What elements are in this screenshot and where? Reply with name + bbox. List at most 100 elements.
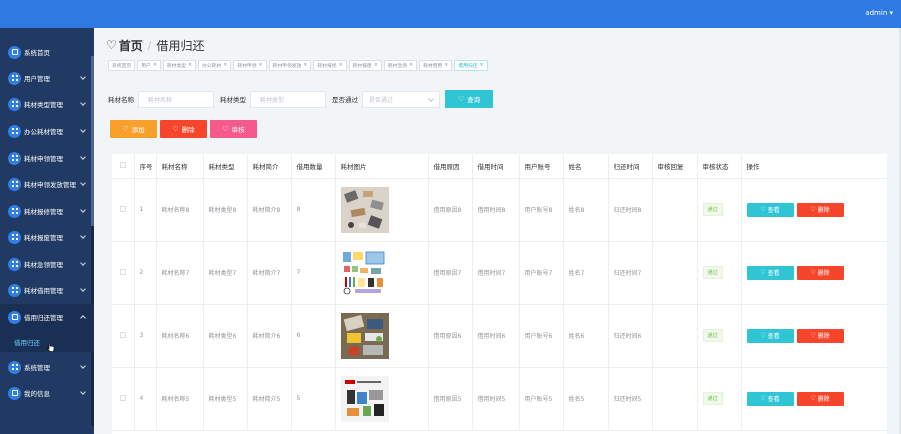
delete-row-button[interactable]: ♡ 删除	[796, 391, 844, 406]
view-button[interactable]: ♡ 查看	[746, 328, 794, 343]
sidebar-item-office-supplies[interactable]: 办公耗材管理	[0, 118, 94, 144]
name-input[interactable]: 耗材名称	[138, 90, 214, 108]
chevron-down-icon	[80, 100, 86, 106]
column-header: 耗材图片	[335, 154, 429, 179]
column-header: 用户账号	[519, 154, 564, 179]
chevron-down-icon	[80, 363, 86, 369]
heart-icon: ♡	[760, 206, 768, 213]
heart-icon: ♡	[457, 95, 465, 103]
shield-icon	[8, 310, 21, 324]
chevron-down-icon	[80, 74, 86, 80]
sidebar-item-borrow-return[interactable]: 借用归还管理	[0, 304, 94, 330]
chevron-down-icon	[80, 389, 86, 395]
tab-requisition-issue[interactable]: 耗材申领发放 ×	[268, 60, 312, 71]
close-icon[interactable]: ×	[188, 63, 192, 68]
tab-office-supplies[interactable]: 办公耗材 ×	[198, 60, 232, 71]
tab-requisition[interactable]: 耗材申领 ×	[233, 60, 267, 71]
row-checkbox[interactable]	[112, 304, 135, 368]
heart-icon: ♡	[810, 332, 818, 339]
supply-image-cell	[335, 367, 429, 431]
name-label: 耗材名称	[108, 96, 134, 104]
breadcrumb-separator: /	[147, 38, 152, 52]
sidebar-item-borrow[interactable]: 耗材借用管理	[0, 277, 94, 303]
delete-button[interactable]: ♡ 删除	[160, 120, 207, 138]
view-button[interactable]: ♡ 查看	[746, 391, 794, 406]
grid-icon	[8, 204, 21, 218]
tab-borrow-return[interactable]: 借用归还 ×	[454, 60, 488, 71]
delete-row-button[interactable]: ♡ 删除	[796, 265, 844, 280]
close-icon[interactable]: ×	[153, 63, 157, 68]
sidebar-item-repair[interactable]: 耗材报修管理	[0, 198, 94, 224]
close-icon[interactable]: ×	[339, 63, 343, 68]
query-button[interactable]: ♡ 查询	[445, 90, 493, 108]
column-header: 耗材简介	[247, 154, 292, 179]
chevron-down-icon	[80, 154, 86, 160]
breadcrumb-current: 借用归还	[156, 38, 205, 53]
tab-home[interactable]: 系统首页	[108, 60, 136, 71]
heart-icon: ♡	[122, 125, 129, 133]
tab-scrap[interactable]: 耗材报废 ×	[348, 60, 382, 71]
sidebar-item-home[interactable]: 系统首页	[0, 39, 94, 65]
sidebar-item-requisition-issue[interactable]: 耗材申领发放管理	[0, 171, 94, 197]
close-icon[interactable]: ×	[259, 63, 263, 68]
column-header: 借用时间	[472, 154, 520, 179]
chart-icon	[8, 283, 21, 297]
select-all-checkbox[interactable]	[112, 154, 135, 179]
close-icon[interactable]: ×	[444, 63, 448, 68]
column-header: 归还时间	[608, 154, 653, 179]
tab-repair[interactable]: 耗材报修 ×	[313, 60, 347, 71]
table-row: 2 耗材名称7 耗材类型7 耗材简介7 7 借用原因7 借用时间7 用户账号7 …	[112, 241, 887, 305]
close-icon[interactable]: ×	[374, 63, 378, 68]
sidebar-item-supply-type[interactable]: 耗材类型管理	[0, 91, 94, 117]
tab-borrow[interactable]: 耗材借用 ×	[419, 60, 453, 71]
top-bar: admin ▾	[0, 0, 901, 28]
chevron-down-icon	[428, 95, 434, 102]
row-checkbox[interactable]	[112, 241, 135, 305]
main-content: ♡ 首页 / 借用归还 系统首页 用户 × 耗材类型 × 办公耗材 × 耗材申领 × 耗…	[94, 28, 901, 434]
chevron-down-icon	[80, 233, 86, 239]
delete-row-button[interactable]: ♡ 删除	[796, 202, 844, 217]
close-icon[interactable]: ×	[409, 63, 413, 68]
breadcrumb-home[interactable]: 首页	[119, 37, 143, 54]
view-button[interactable]: ♡ 查看	[746, 265, 794, 280]
row-checkbox[interactable]	[112, 178, 135, 242]
supply-image-cell	[335, 241, 429, 305]
chevron-down-icon	[80, 127, 86, 133]
pointer-cursor-icon	[47, 342, 55, 352]
row-actions: ♡ 查看 ♡ 删除	[741, 304, 887, 368]
sidebar-item-my-info[interactable]: 我的信息	[0, 380, 94, 406]
status-badge: 通过	[702, 329, 723, 342]
add-button[interactable]: ♡ 添加	[110, 120, 157, 138]
close-icon[interactable]: ×	[480, 63, 484, 68]
user-menu[interactable]: admin ▾	[865, 9, 893, 17]
grid-icon	[8, 257, 21, 271]
sidebar-item-requisition[interactable]: 耗材申领管理	[0, 145, 94, 171]
action-bar: ♡ 添加 ♡ 删除 ♡ 审核	[110, 120, 257, 138]
type-label: 耗材类型	[220, 96, 246, 104]
type-input[interactable]: 耗材类型	[250, 90, 326, 108]
column-header: 操作	[741, 154, 887, 179]
sidebar-item-scrap[interactable]: 耗材报废管理	[0, 224, 94, 250]
grid-icon	[8, 151, 21, 165]
close-icon[interactable]: ×	[303, 63, 307, 68]
column-header: 借用数量	[291, 154, 336, 179]
delete-row-button[interactable]: ♡ 删除	[796, 328, 844, 343]
row-checkbox[interactable]	[112, 367, 135, 431]
sidebar-item-system[interactable]: 系统管理	[0, 354, 94, 380]
close-icon[interactable]: ×	[223, 63, 227, 68]
column-header: 序号	[134, 154, 157, 179]
table-row: 4 耗材名称5 耗材类型5 耗材简介5 5 借用原因5 借用时间5 用户账号5 …	[112, 367, 887, 431]
status-badge: 通过	[702, 392, 723, 405]
tab-users[interactable]: 用户 ×	[137, 60, 161, 71]
tab-supply-type[interactable]: 耗材类型 ×	[162, 60, 197, 71]
pass-select[interactable]: 是否通过	[362, 90, 440, 108]
tab-urgent[interactable]: 耗材急领 ×	[383, 60, 418, 71]
sidebar-item-urgent[interactable]: 耗材急领管理	[0, 251, 94, 277]
audit-button[interactable]: ♡ 审核	[210, 120, 257, 138]
supply-image	[340, 312, 389, 359]
status-badge: 通过	[702, 203, 723, 216]
supply-image	[340, 249, 389, 296]
sidebar-item-users[interactable]: 用户管理	[0, 65, 94, 91]
view-button[interactable]: ♡ 查看	[746, 202, 794, 217]
status-badge: 通过	[702, 266, 723, 279]
